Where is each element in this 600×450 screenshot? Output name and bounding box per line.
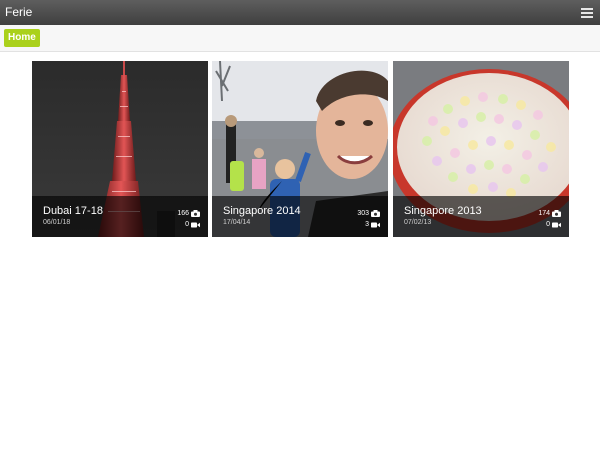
video-camera-icon bbox=[191, 222, 200, 227]
photo-count: 174 bbox=[538, 209, 561, 218]
video-count: 3 bbox=[365, 220, 380, 229]
album-date: 07/02/13 bbox=[404, 219, 432, 226]
video-camera-icon bbox=[371, 222, 380, 227]
video-count-value: 0 bbox=[546, 221, 550, 228]
video-count: 0 bbox=[546, 220, 561, 229]
title-bar: Ferie bbox=[0, 0, 600, 25]
video-count: 0 bbox=[185, 220, 200, 229]
album-name: Dubai 17-18 bbox=[43, 205, 103, 217]
album-tile-singapore-2013[interactable]: Singapore 2013 07/02/13 174 0 bbox=[393, 61, 569, 237]
album-name: Singapore 2014 bbox=[223, 205, 301, 217]
hamburger-menu-icon[interactable] bbox=[581, 8, 593, 18]
photo-count-value: 166 bbox=[177, 210, 189, 217]
breadcrumb-home[interactable]: Home bbox=[4, 29, 40, 47]
album-date: 17/04/14 bbox=[223, 219, 251, 226]
album-tile-singapore-2014[interactable]: Singapore 2014 17/04/14 303 3 bbox=[212, 61, 388, 237]
album-date: 06/01/18 bbox=[43, 219, 71, 226]
video-count-value: 0 bbox=[185, 221, 189, 228]
album-tile-dubai[interactable]: Dubai 17-18 06/01/18 166 0 bbox=[32, 61, 208, 237]
camera-icon bbox=[371, 210, 380, 217]
camera-icon bbox=[191, 210, 200, 217]
breadcrumb: Home bbox=[0, 25, 600, 52]
camera-icon bbox=[552, 210, 561, 217]
video-camera-icon bbox=[552, 222, 561, 227]
photo-count-value: 174 bbox=[538, 210, 550, 217]
photo-count: 303 bbox=[357, 209, 380, 218]
photo-count-value: 303 bbox=[357, 210, 369, 217]
video-count-value: 3 bbox=[365, 221, 369, 228]
album-name: Singapore 2013 bbox=[404, 205, 482, 217]
app-title: Ferie bbox=[5, 5, 33, 19]
photo-count: 166 bbox=[177, 209, 200, 218]
